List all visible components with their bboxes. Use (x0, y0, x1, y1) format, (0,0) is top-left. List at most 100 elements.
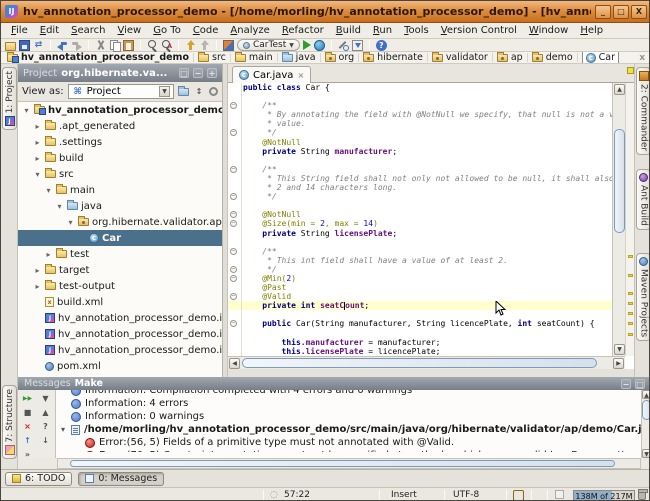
view-mode-select[interactable]: ⌘ Project ▼ (68, 84, 174, 99)
stripe-tab-antbuild[interactable]: Ant Build (636, 169, 650, 230)
code-line[interactable]: − @Valid (228, 292, 612, 301)
scroll-to-source-icon[interactable] (178, 88, 189, 96)
rerun-icon[interactable]: ▶▶ (20, 392, 35, 405)
cut-icon[interactable] (95, 40, 106, 51)
float-window-icon[interactable]: □ (179, 68, 189, 78)
tree-arrow-icon[interactable]: ▾ (22, 106, 31, 115)
code-line[interactable]: public class Car { (228, 83, 612, 92)
tree-item-build-xml[interactable]: xbuild.xml (18, 294, 222, 310)
scroll-right-icon[interactable]: ▶ (613, 358, 624, 369)
fold-icon[interactable]: − (230, 275, 237, 282)
message-row[interactable]: ▾/home/morling/hv_annotation_processor_d… (57, 423, 641, 436)
breadcrumb-hv_annotation_processor_demo[interactable]: hv_annotation_processor_demo (7, 52, 189, 63)
breadcrumb-hibernate[interactable]: hibernate (363, 52, 423, 63)
chevron-down-icon[interactable]: ▼ (159, 86, 170, 97)
code-line[interactable]: * 2 and 14 characters long. (228, 183, 612, 192)
code-line[interactable] (228, 156, 612, 165)
tree-arrow-icon[interactable]: ▸ (44, 250, 53, 259)
code-line[interactable]: − public Car(String manufacturer, String… (228, 319, 612, 328)
menu-item-code[interactable]: Code (187, 25, 225, 36)
export-settings-icon[interactable] (352, 40, 363, 51)
error-stripe-mark[interactable] (628, 322, 633, 325)
fold-icon[interactable]: − (230, 248, 237, 255)
settings-icon[interactable] (338, 40, 349, 51)
menu-item-window[interactable]: Window (523, 25, 574, 36)
tree-item-build[interactable]: ▸build (18, 150, 222, 166)
minimize-window-icon[interactable]: − (621, 379, 631, 389)
menu-item-tools[interactable]: Tools (398, 25, 435, 36)
code-line[interactable]: − /** (228, 101, 612, 110)
error-stripe-mark[interactable] (628, 302, 633, 305)
more-icon[interactable]: » (20, 448, 35, 458)
redo-icon[interactable] (71, 40, 82, 51)
scroll-down-icon[interactable]: ▼ (642, 449, 650, 458)
code-line[interactable]: private String manufacturer; (228, 147, 612, 156)
back-icon[interactable] (185, 40, 196, 51)
stripe-tab-project[interactable]: 1: ProjectJ (2, 67, 17, 130)
tree-item-hv-annotation-processor-demo-iml[interactable]: Jhv_annotation_processor_demo.iml (18, 310, 222, 326)
debug-icon[interactable] (314, 40, 325, 51)
close-icon[interactable]: × (20, 420, 35, 433)
breadcrumb-main[interactable]: main (235, 52, 273, 63)
code-line[interactable]: * value. (228, 119, 612, 128)
code-line[interactable]: − @Min(2) (228, 274, 612, 283)
tree-item-pom-xml[interactable]: pom.xml (18, 358, 222, 374)
find-icon[interactable] (147, 40, 158, 51)
forward-icon[interactable] (199, 40, 210, 51)
fold-icon[interactable]: − (230, 166, 237, 173)
code-line[interactable]: this.manufacturer = manufacturer; (228, 338, 612, 347)
toolwindows-icon[interactable] (223, 40, 234, 51)
code-line[interactable]: − /** (228, 247, 612, 256)
code-line[interactable]: − */ (228, 128, 612, 137)
code-line[interactable]: @NotNull (228, 138, 612, 147)
tree-item--apt-generated[interactable]: ▸.apt_generated (18, 118, 222, 134)
tree-item-target[interactable]: ▸target (18, 262, 222, 278)
tree-arrow-icon[interactable]: ▾ (55, 202, 64, 211)
scroll-up-icon[interactable]: ▲ (642, 390, 650, 399)
pin-window-icon[interactable]: + (207, 68, 217, 78)
tree-arrow-icon[interactable]: ▾ (59, 425, 67, 434)
msg-hscroll-thumb[interactable] (70, 460, 615, 467)
insert-mode-indicator[interactable]: Insert (391, 490, 417, 500)
stop-icon[interactable]: ■ (20, 406, 35, 419)
tree-item-org-hibernate-validator-ap-demo[interactable]: ▾org.hibernate.validator.ap.demo (18, 214, 222, 230)
scroll-down-icon[interactable]: ▼ (614, 344, 625, 355)
tree-arrow-icon[interactable]: ▸ (33, 122, 42, 131)
error-stripe-mark[interactable] (628, 292, 633, 295)
message-row[interactable]: Error:(70, 5) Constraint annotations mus… (57, 449, 641, 452)
code-line[interactable]: − @Size(min = 2, max = 14) (228, 219, 612, 228)
fold-icon[interactable]: − (230, 320, 237, 327)
tree-item-car[interactable]: cCar (18, 230, 222, 246)
fold-icon[interactable]: − (230, 102, 237, 109)
breadcrumb-java[interactable]: java (282, 52, 316, 63)
code-line[interactable]: − @NotNull (228, 210, 612, 219)
tree-item-hv-annotation-processor-demo[interactable]: ▾hv_annotation_processor_demo (/home/ (18, 102, 222, 118)
fold-icon[interactable]: − (230, 220, 237, 227)
code-editor[interactable]: public class Car {− /** * By annotating … (228, 83, 612, 356)
hscroll-thumb[interactable] (242, 358, 597, 368)
tree-item-test-output[interactable]: ▸test-output (18, 278, 222, 294)
breadcrumb-demo[interactable]: demo (532, 52, 573, 63)
tree-item-hv-annotation-processor-demo-ipr[interactable]: Jhv_annotation_processor_demo.ipr (18, 326, 222, 342)
error-stripe-mark[interactable] (628, 255, 633, 258)
code-line[interactable]: * This String field shall not only not a… (228, 174, 612, 183)
menu-item-build[interactable]: Build (330, 25, 367, 36)
close-tab-icon[interactable]: × (297, 71, 304, 80)
fold-icon[interactable]: − (230, 266, 237, 273)
run-icon[interactable] (303, 40, 311, 50)
menu-item-version-control[interactable]: Version Control (435, 25, 523, 36)
copy-icon[interactable] (109, 40, 120, 51)
code-line[interactable]: @Past (228, 283, 612, 292)
fold-icon[interactable]: − (230, 193, 237, 200)
stripe-tab-commander[interactable]: 2: Commander (636, 67, 650, 155)
help-icon[interactable]: ? (376, 40, 387, 51)
expand-all-icon[interactable]: ▼ (38, 392, 53, 405)
code-line[interactable] (228, 201, 612, 210)
tree-arrow-icon[interactable]: ▸ (33, 154, 42, 163)
inspection-status-indicator[interactable] (627, 67, 634, 74)
menu-item-file[interactable]: File (5, 25, 34, 36)
tree-arrow-icon[interactable]: ▸ (33, 138, 42, 147)
code-line[interactable] (228, 238, 612, 247)
breadcrumb-validator[interactable]: validator (432, 52, 488, 63)
file-encoding[interactable]: UTF-8 (453, 490, 479, 500)
